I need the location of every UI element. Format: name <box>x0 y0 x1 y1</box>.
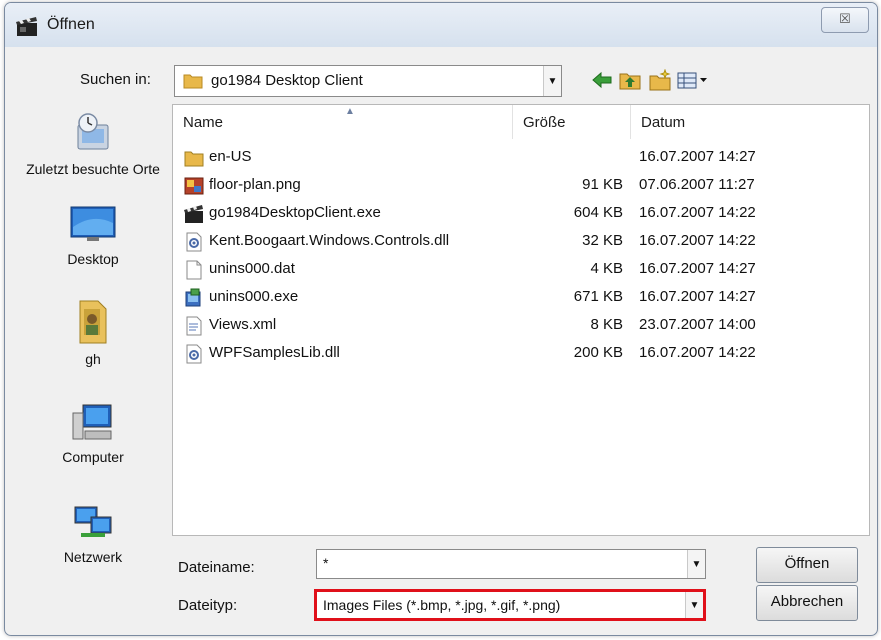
cancel-button[interactable]: Abbrechen <box>756 585 858 621</box>
file-name-value: * <box>323 555 329 571</box>
new-folder-icon[interactable] <box>648 69 672 91</box>
file-list[interactable]: ▲ Name Größe Datum en-US 16.07.2007 14:2… <box>172 104 870 536</box>
place-label: Netzwerk <box>63 549 123 565</box>
view-menu-icon[interactable] <box>676 69 710 91</box>
open-button[interactable]: Öffnen <box>756 547 858 583</box>
dll-file-icon <box>186 232 202 252</box>
place-recent[interactable]: Zuletzt besuchte Orte <box>18 111 168 178</box>
file-type-value: Images Files (*.bmp, *.jpg, *.gif, *.png… <box>323 597 561 613</box>
place-network[interactable]: Netzwerk <box>18 503 168 566</box>
file-name-combobox[interactable]: * ▼ <box>316 549 706 579</box>
clapperboard-icon <box>16 17 37 36</box>
dialog-body: Suchen in: go1984 Desktop Client ▼ Zulet… <box>14 47 870 625</box>
file-row[interactable]: floor-plan.png 91 KB 07.06.2007 11:27 <box>173 171 869 199</box>
close-icon: ☒ <box>839 11 851 26</box>
file-row[interactable]: unins000.dat 4 KB 16.07.2007 14:27 <box>173 255 869 283</box>
chevron-down-icon: ▼ <box>547 75 558 87</box>
sort-ascending-icon: ▲ <box>345 106 355 117</box>
file-type-combobox[interactable]: Images Files (*.bmp, *.jpg, *.gif, *.png… <box>314 589 706 621</box>
clapperboard-exe-icon <box>184 205 203 223</box>
window-title: Öffnen <box>47 16 95 33</box>
place-label: Desktop <box>67 251 119 267</box>
up-folder-icon[interactable] <box>618 69 642 91</box>
look-in-label: Suchen in: <box>80 71 151 88</box>
dll-file-icon <box>186 344 202 364</box>
recent-places-icon <box>77 113 109 150</box>
file-row[interactable]: WPFSamplesLib.dll 200 KB 16.07.2007 14:2… <box>173 339 869 367</box>
file-type-label: Dateityp: <box>178 597 238 614</box>
chevron-down-icon: ▼ <box>689 599 700 611</box>
title-bar[interactable]: Öffnen ☒ <box>5 3 877 47</box>
desktop-icon <box>70 206 116 241</box>
place-label: Zuletzt besuchte Orte <box>26 161 160 177</box>
file-name-label: Dateiname: <box>178 559 255 576</box>
place-label: Computer <box>62 449 124 465</box>
place-desktop[interactable]: Desktop <box>18 205 168 268</box>
column-header-date[interactable]: Datum <box>631 105 869 139</box>
file-row[interactable]: unins000.exe 671 KB 16.07.2007 14:27 <box>173 283 869 311</box>
file-row[interactable]: en-US 16.07.2007 14:27 <box>173 143 869 171</box>
look-in-value: go1984 Desktop Client <box>211 72 363 89</box>
folder-icon <box>183 74 203 89</box>
file-name-dropdown-arrow[interactable]: ▼ <box>687 550 705 578</box>
image-file-icon <box>184 177 204 195</box>
close-button[interactable]: ☒ <box>821 7 869 33</box>
blank-file-icon <box>186 260 202 280</box>
places-bar: Zuletzt besuchte Orte Desktop gh Compute… <box>18 103 168 623</box>
look-in-combobox[interactable]: go1984 Desktop Client ▼ <box>174 65 562 97</box>
file-row[interactable]: Kent.Boogaart.Windows.Controls.dll 32 KB… <box>173 227 869 255</box>
chevron-down-icon: ▼ <box>691 558 702 570</box>
computer-icon <box>72 404 112 440</box>
file-type-dropdown-arrow[interactable]: ▼ <box>685 592 703 618</box>
network-icon <box>74 506 112 537</box>
user-folder-icon <box>79 300 107 344</box>
place-user-folder[interactable]: gh <box>18 299 168 368</box>
column-header-size[interactable]: Größe <box>513 105 631 139</box>
look-in-dropdown-arrow[interactable]: ▼ <box>543 66 561 96</box>
file-row[interactable]: go1984DesktopClient.exe 604 KB 16.07.200… <box>173 199 869 227</box>
place-label: gh <box>85 351 101 367</box>
xml-file-icon <box>186 316 202 336</box>
file-row[interactable]: Views.xml 8 KB 23.07.2007 14:00 <box>173 311 869 339</box>
place-computer[interactable]: Computer <box>18 403 168 466</box>
installer-exe-icon <box>185 288 201 307</box>
back-icon[interactable] <box>590 69 614 91</box>
open-file-dialog: Öffnen ☒ Suchen in: go1984 Desktop Clien… <box>4 2 878 636</box>
folder-icon <box>184 151 204 167</box>
column-header-name[interactable]: ▲ Name <box>173 105 513 139</box>
